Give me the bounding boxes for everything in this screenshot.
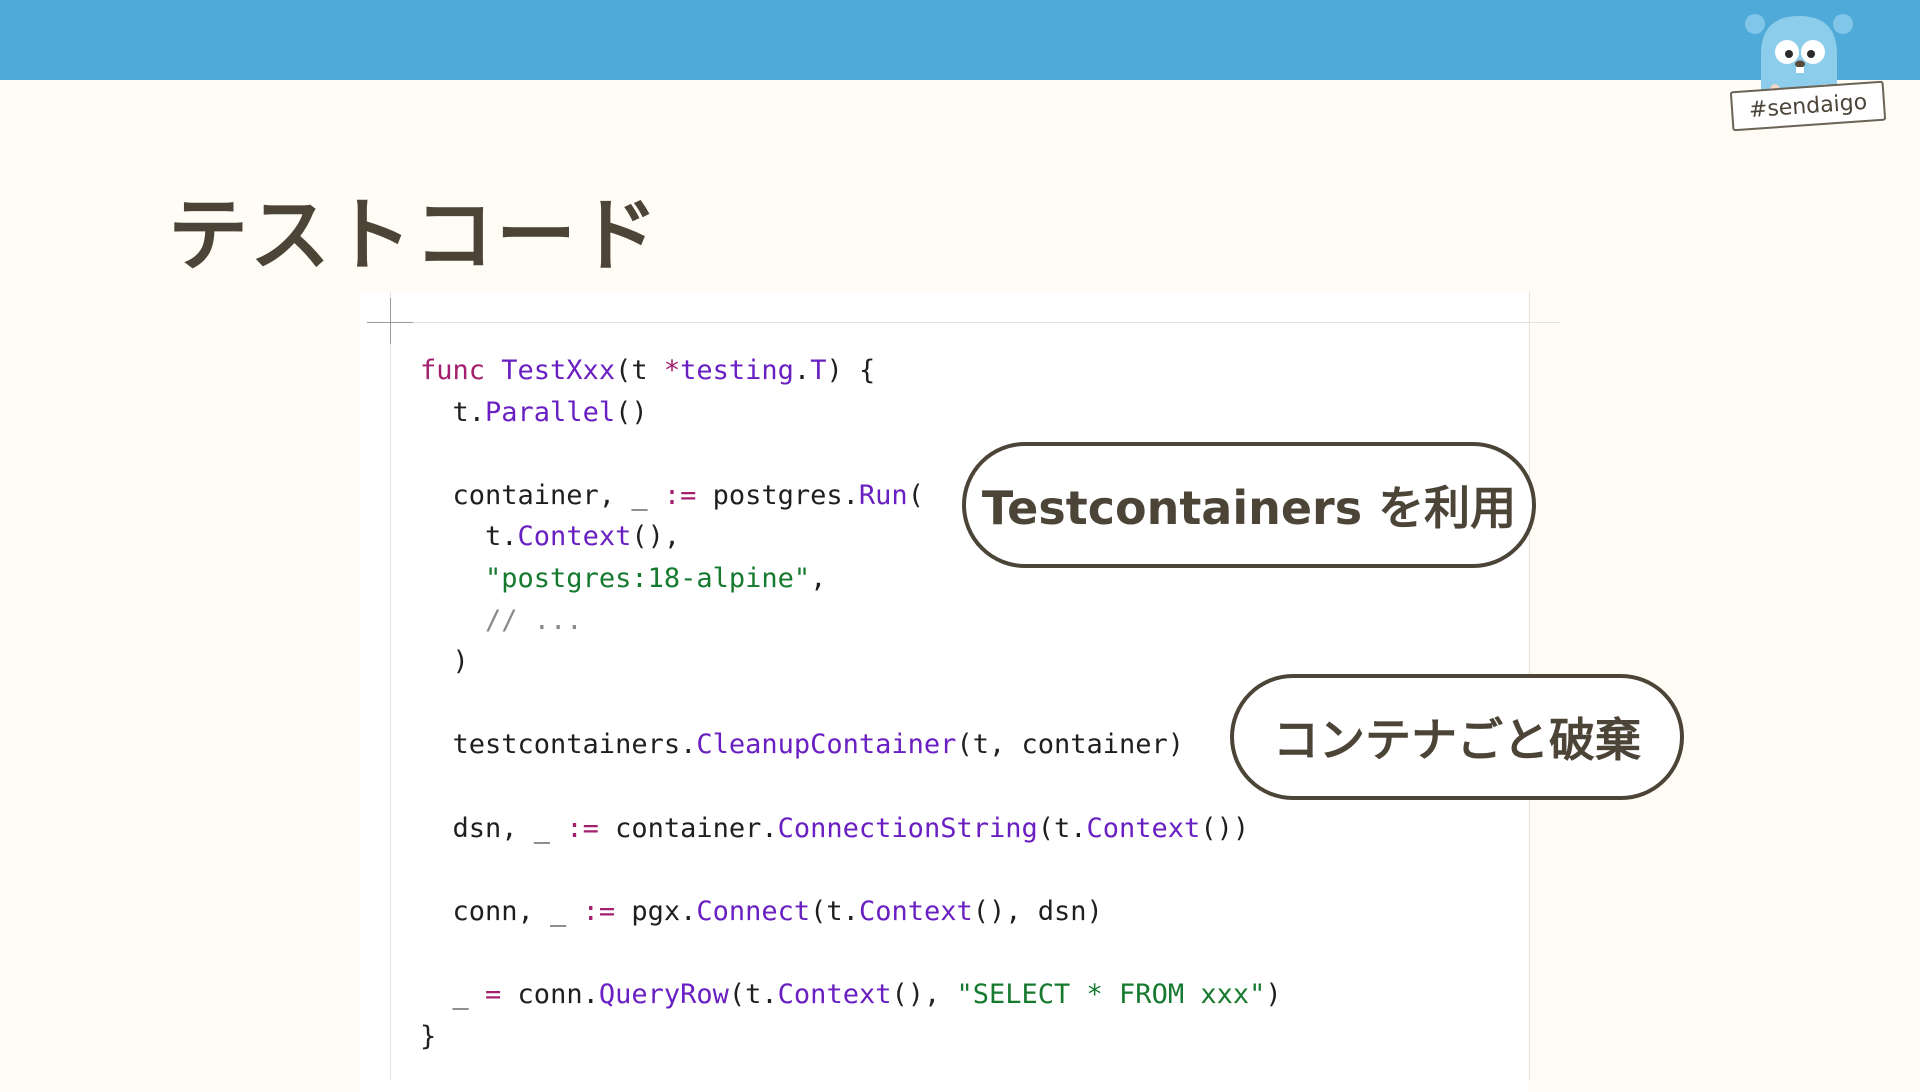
code-token: Parallel [485,396,616,428]
header-bar [0,0,1920,80]
code-token: container. [598,812,778,844]
callout-cleanup: コンテナごと破棄 [1230,674,1684,800]
code-line: dsn, _ := container.ConnectionString(t.C… [420,808,1282,850]
code-token: conn, _ [420,895,583,927]
code-token: ConnectionString [777,812,1038,844]
code-token: ( [907,479,924,511]
code-token: ()) [1200,812,1250,844]
code-token: (t. [810,895,859,927]
code-token: (), dsn) [972,895,1103,927]
code-token: Context [858,895,973,927]
code-token: Context [777,978,892,1010]
code-token: conn. [501,978,599,1010]
guide-line-horizontal [368,322,1560,323]
code-token: Context [1086,812,1201,844]
code-token: ) [1265,978,1282,1010]
code-token: () [615,396,648,428]
code-token: QueryRow [598,978,729,1010]
code-token: T [810,355,827,386]
code-token: testcontainers. [420,729,697,761]
code-token: (t [615,355,664,386]
page-title: テストコード [168,189,660,282]
code-token: (t. [728,978,778,1010]
code-token: (), [631,521,681,553]
crosshair-marker-v [390,298,391,344]
code-token: (), [891,978,957,1010]
code-line: t.Parallel() [420,392,1282,434]
guide-line-left [390,292,391,1080]
code-token: pgx. [615,895,697,927]
code-token: Context [517,521,632,553]
code-token: "SELECT * FROM xxx" [956,978,1266,1010]
code-line: conn, _ := pgx.Connect(t.Context(), dsn) [420,891,1282,933]
code-token: * [663,355,681,386]
code-token: (t, container) [956,729,1185,761]
gopher-badge: #sendaigo [1725,6,1895,134]
code-line: // ... [420,600,1282,642]
code-token: (t. [1037,812,1087,844]
code-token: . [793,355,811,386]
code-line: func TestXxx(t *testing.T) { [420,350,1282,392]
code-token: ) { [826,355,876,386]
code-token: postgres. [696,479,859,511]
code-line: } [420,1016,1282,1058]
code-token: Run [858,479,908,511]
code-token: := [663,479,697,511]
code-token: , [810,562,827,594]
code-line: _ = conn.QueryRow(t.Context(), "SELECT *… [420,974,1282,1016]
code-token: Connect [696,895,811,927]
code-token: container, _ [420,479,664,511]
code-line: testcontainers.CleanupContainer(t, conta… [420,724,1282,766]
code-token: t. [420,521,518,553]
code-token: func [420,355,502,386]
code-token: } [420,1020,437,1052]
code-token: dsn, _ [420,812,567,844]
code-line: ) [420,641,1282,683]
code-token: = [485,978,502,1010]
code-token: TestXxx [501,355,616,386]
code-token: "postgres:18-alpine" [485,562,811,594]
code-token: t. [420,396,486,428]
code-token: CleanupContainer [696,729,957,761]
code-token: ) [420,646,469,678]
code-token: := [566,812,599,844]
callout-testcontainers: Testcontainers を利用 [962,442,1536,568]
code-token: // ... [420,604,583,636]
code-token: := [582,895,616,927]
code-token: testing [680,355,794,386]
code-token: _ [420,978,486,1010]
